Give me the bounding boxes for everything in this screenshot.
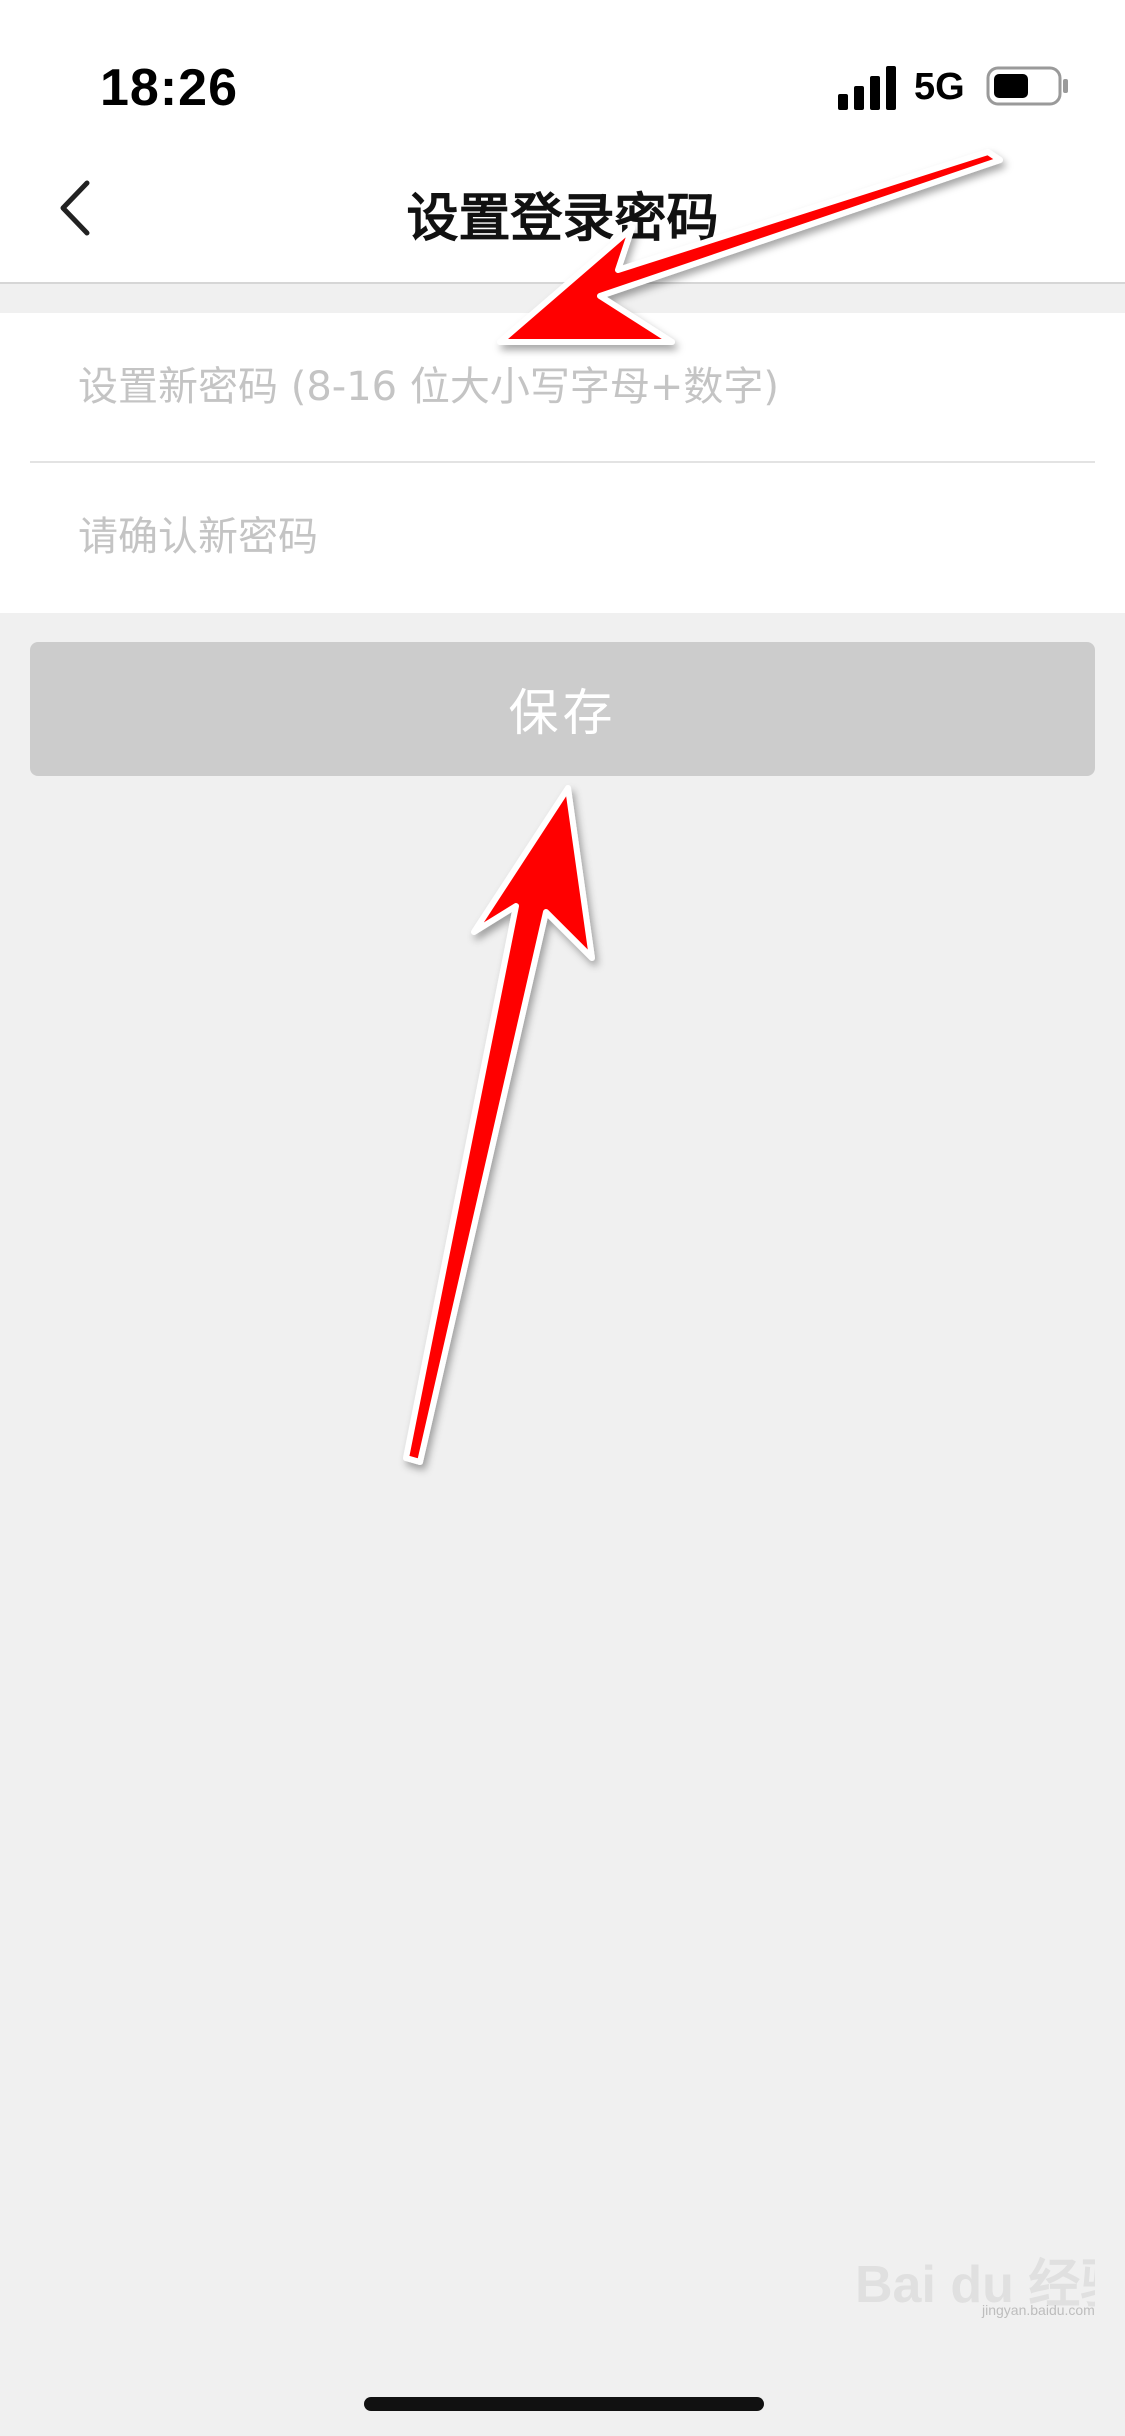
save-button[interactable]: 保存 [30, 642, 1095, 776]
battery-icon [986, 66, 1068, 106]
new-password-row [30, 313, 1095, 463]
status-time: 18:26 [100, 59, 238, 117]
home-indicator [364, 2397, 764, 2411]
password-form [0, 313, 1125, 613]
network-type: 5G [914, 66, 965, 108]
navigation-bar: 设置登录密码 [0, 140, 1125, 284]
confirm-password-input[interactable] [76, 513, 1095, 561]
signal-icon [838, 66, 896, 110]
status-bar: 18:26 5G [0, 0, 1125, 140]
new-password-input[interactable] [76, 363, 1095, 411]
page-title: 设置登录密码 [406, 189, 719, 249]
confirm-password-row [30, 463, 1095, 611]
annotation-arrow-bottom [403, 785, 595, 1465]
watermark-site: jingyan.baidu.com [982, 2302, 1095, 2318]
